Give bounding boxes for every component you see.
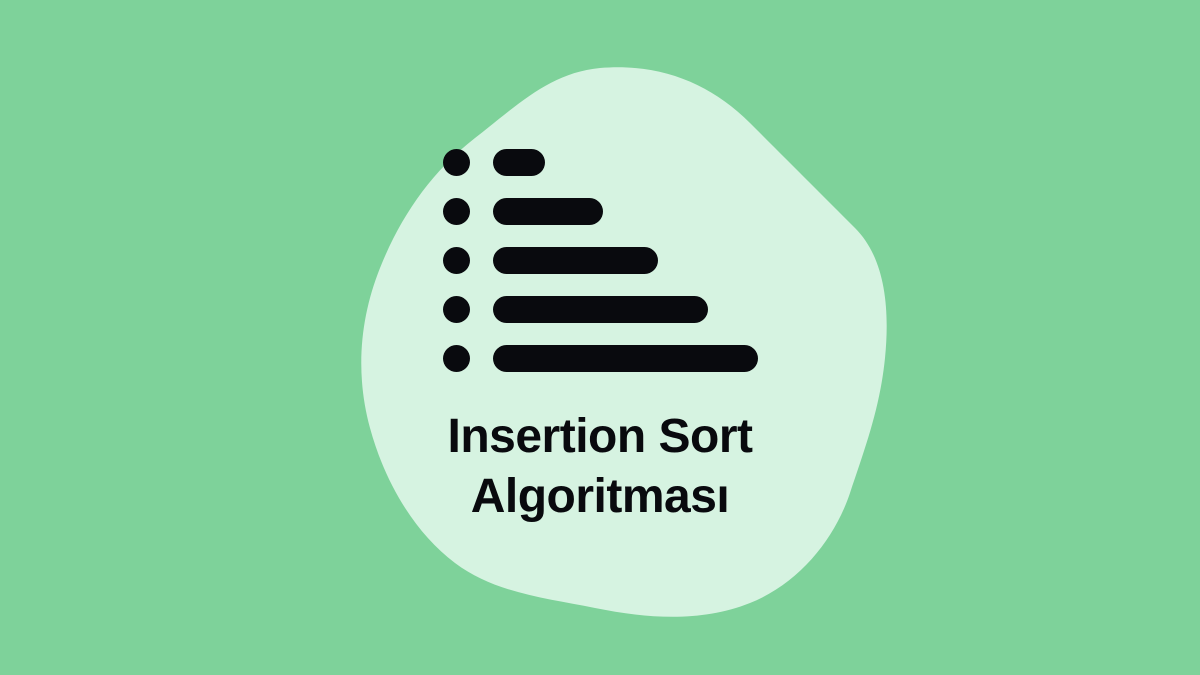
- icon-row: [443, 149, 758, 176]
- bullet-dot: [443, 198, 470, 225]
- bullet-dot: [443, 247, 470, 274]
- icon-row: [443, 247, 758, 274]
- title-line-2: Algoritması: [447, 467, 752, 527]
- icon-row: [443, 296, 758, 323]
- icon-row: [443, 345, 758, 372]
- bullet-dot: [443, 149, 470, 176]
- bar: [493, 149, 545, 176]
- bar: [493, 296, 708, 323]
- icon-row: [443, 198, 758, 225]
- sorted-list-icon: [443, 149, 758, 372]
- main-content: Insertion Sort Algoritması: [443, 149, 758, 527]
- title-line-1: Insertion Sort: [447, 407, 752, 467]
- bar: [493, 247, 658, 274]
- bullet-dot: [443, 296, 470, 323]
- main-title: Insertion Sort Algoritması: [447, 407, 752, 527]
- bar: [493, 198, 603, 225]
- bar: [493, 345, 758, 372]
- bullet-dot: [443, 345, 470, 372]
